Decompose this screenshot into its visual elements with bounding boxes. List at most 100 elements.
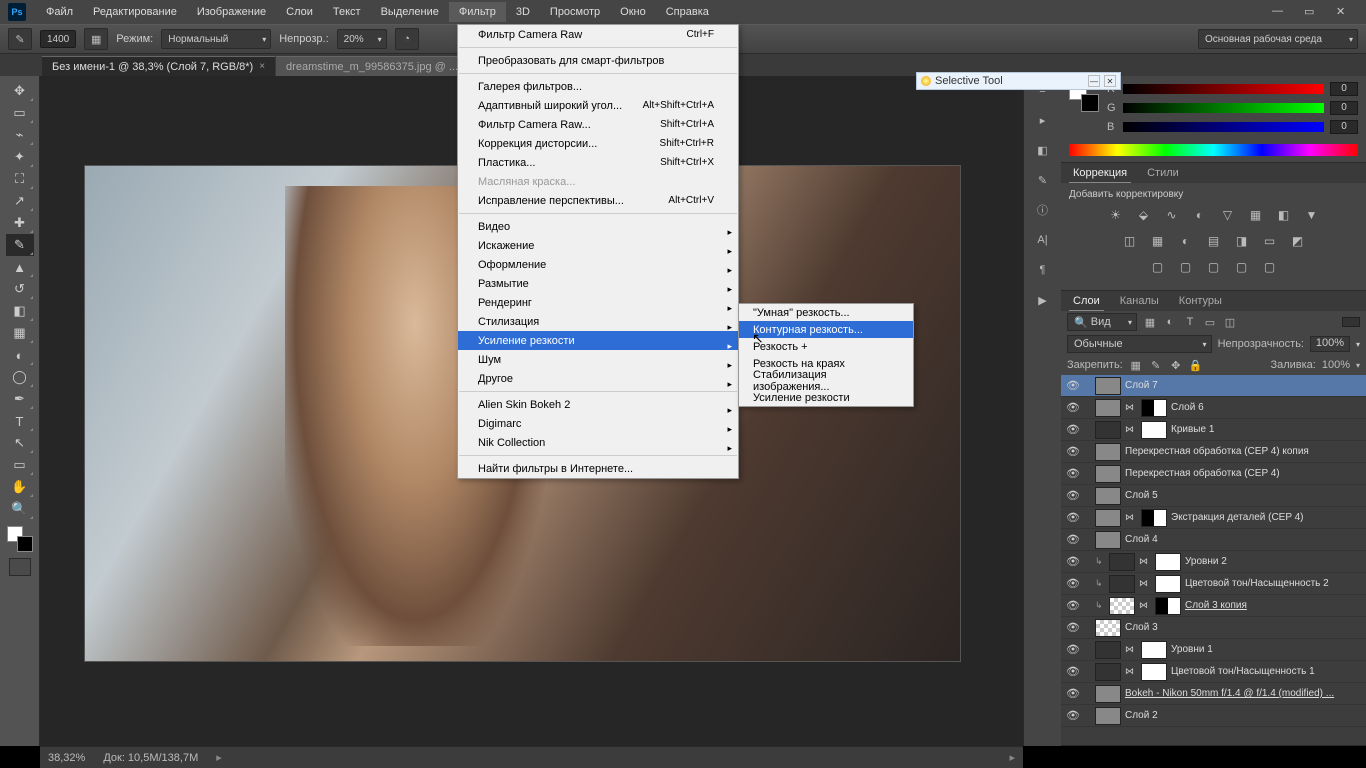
menu-item[interactable]: Пластика...Shift+Ctrl+X <box>458 153 738 172</box>
menu-фильтр[interactable]: Фильтр <box>449 2 506 22</box>
doc-info[interactable]: Док: 10,5M/138,7M <box>103 752 198 764</box>
tab-layers[interactable]: Слои <box>1069 292 1104 311</box>
float-minimize-icon[interactable]: — <box>1088 75 1100 87</box>
menu-изображение[interactable]: Изображение <box>187 2 276 22</box>
minimize-icon[interactable]: — <box>1272 5 1286 19</box>
visibility-icon[interactable]: 👁 <box>1065 379 1081 392</box>
layer-thumb[interactable] <box>1095 487 1121 505</box>
submenu-item[interactable]: Контурная резкость... <box>739 321 913 338</box>
menu-текст[interactable]: Текст <box>323 2 371 22</box>
color-swatches[interactable] <box>7 526 33 552</box>
layer-row[interactable]: 👁⋈Кривые 1 <box>1061 419 1366 441</box>
layer-row[interactable]: 👁↳⋈Слой 3 копия <box>1061 595 1366 617</box>
layer-row[interactable]: 👁Слой 4 <box>1061 529 1366 551</box>
layer-name[interactable]: Слой 2 <box>1125 710 1362 721</box>
layer-name[interactable]: Цветовой тон/Насыщенность 2 <box>1185 578 1362 589</box>
eyedropper-tool[interactable]: ↗ <box>6 190 34 212</box>
layer-row[interactable]: 👁Слой 5 <box>1061 485 1366 507</box>
layer-thumb[interactable] <box>1109 575 1135 593</box>
layer-thumb[interactable] <box>1095 377 1121 395</box>
layer-row[interactable]: 👁Перекрестная обработка (CEP 4) <box>1061 463 1366 485</box>
quick-mask-icon[interactable] <box>9 558 31 576</box>
selective-tool-window[interactable]: Selective Tool — ✕ <box>916 72 1121 90</box>
layer-row[interactable]: 👁⋈Экстракция деталей (CEP 4) <box>1061 507 1366 529</box>
properties-panel-icon[interactable]: ◧ <box>1032 140 1054 160</box>
layer-thumb[interactable] <box>1095 399 1121 417</box>
menu-редактирование[interactable]: Редактирование <box>83 2 187 22</box>
layer-row[interactable]: 👁↳⋈Уровни 2 <box>1061 551 1366 573</box>
menu-item[interactable]: Фильтр Camera Raw...Shift+Ctrl+A <box>458 115 738 134</box>
mask-thumb[interactable] <box>1155 553 1181 571</box>
tab-corrections[interactable]: Коррекция <box>1069 164 1131 183</box>
menu-item[interactable]: Адаптивный широкий угол...Alt+Shift+Ctrl… <box>458 96 738 115</box>
workspace-select[interactable]: Основная рабочая среда <box>1198 29 1358 49</box>
character-panel-icon[interactable]: A| <box>1032 230 1054 250</box>
b-slider[interactable] <box>1123 122 1324 132</box>
layer-row[interactable]: 👁⋈Слой 6 <box>1061 397 1366 419</box>
layer-name[interactable]: Экстракция деталей (CEP 4) <box>1171 512 1362 523</box>
layer-thumb[interactable] <box>1095 421 1121 439</box>
filter-img-icon[interactable]: ▦ <box>1143 315 1157 329</box>
shape-tool[interactable]: ▭ <box>6 454 34 476</box>
healing-tool[interactable]: ✚ <box>6 212 34 234</box>
adj-preset1-icon[interactable]: ▢ <box>1148 258 1168 276</box>
layer-name[interactable]: Слой 6 <box>1171 402 1362 413</box>
mask-thumb[interactable] <box>1141 399 1167 417</box>
layer-thumb[interactable] <box>1095 465 1121 483</box>
b-value[interactable]: 0 <box>1330 120 1358 134</box>
layer-thumb[interactable] <box>1109 597 1135 615</box>
layer-thumb[interactable] <box>1095 707 1121 725</box>
hue-ramp[interactable] <box>1069 144 1358 156</box>
adj-preset3-icon[interactable]: ▢ <box>1204 258 1224 276</box>
menu-item[interactable]: Рендеринг <box>458 293 738 312</box>
visibility-icon[interactable]: 👁 <box>1065 401 1081 414</box>
menu-item[interactable]: Alien Skin Bokeh 2 <box>458 395 738 414</box>
paragraph-panel-icon[interactable]: ¶ <box>1032 260 1054 280</box>
menu-item[interactable]: Искажение <box>458 236 738 255</box>
tool-preset-icon[interactable]: ✎ <box>8 28 32 50</box>
layer-name[interactable]: Bokeh - Nikon 50mm f/1.4 @ f/1.4 (modifi… <box>1125 688 1362 699</box>
adj-photo-icon[interactable]: ▼ <box>1302 206 1322 224</box>
adj-brightness-icon[interactable]: ☀ <box>1106 206 1126 224</box>
adj-preset5-icon[interactable]: ▢ <box>1260 258 1280 276</box>
r-value[interactable]: 0 <box>1330 82 1358 96</box>
mask-thumb[interactable] <box>1141 663 1167 681</box>
dodge-tool[interactable]: ◯ <box>6 366 34 388</box>
menu-item[interactable]: Digimarc <box>458 414 738 433</box>
adj-preset2-icon[interactable]: ▢ <box>1176 258 1196 276</box>
menu-item[interactable]: Усиление резкости <box>458 331 738 350</box>
adj-lookup-icon[interactable]: ▦ <box>1148 232 1168 250</box>
eraser-tool[interactable]: ◧ <box>6 300 34 322</box>
visibility-icon[interactable]: 👁 <box>1065 599 1081 612</box>
visibility-icon[interactable]: 👁 <box>1065 665 1081 678</box>
filter-toggle[interactable] <box>1342 317 1360 327</box>
stamp-tool[interactable]: ▲ <box>6 256 34 278</box>
type-tool[interactable]: T <box>6 410 34 432</box>
menu-item[interactable]: Коррекция дисторсии...Shift+Ctrl+R <box>458 134 738 153</box>
maximize-icon[interactable]: ▭ <box>1304 5 1318 19</box>
layer-name[interactable]: Цветовой тон/Насыщенность 1 <box>1171 666 1362 677</box>
lasso-tool[interactable]: ⌁ <box>6 124 34 146</box>
layer-row[interactable]: 👁Слой 3 <box>1061 617 1366 639</box>
menu-item[interactable]: Шум <box>458 350 738 369</box>
menu-просмотр[interactable]: Просмотр <box>540 2 610 22</box>
blur-tool[interactable]: ◐ <box>6 344 34 366</box>
brush-settings-icon[interactable]: ✎ <box>1032 170 1054 190</box>
mask-thumb[interactable] <box>1141 421 1167 439</box>
adj-curves-icon[interactable]: ∿ <box>1162 206 1182 224</box>
lock-pixels-icon[interactable]: ▦ <box>1129 358 1143 372</box>
mask-thumb[interactable] <box>1155 575 1181 593</box>
marquee-tool[interactable]: ▭ <box>6 102 34 124</box>
play-panel-icon[interactable]: ▶ <box>1032 290 1054 310</box>
pressure-opacity-icon[interactable]: ◔ <box>395 28 419 50</box>
filter-smart-icon[interactable]: ◫ <box>1223 315 1237 329</box>
adj-bw-icon[interactable]: ◧ <box>1274 206 1294 224</box>
mask-thumb[interactable] <box>1155 597 1181 615</box>
layer-row[interactable]: 👁Слой 2 <box>1061 705 1366 727</box>
layer-name[interactable]: Слой 3 <box>1125 622 1362 633</box>
visibility-icon[interactable]: 👁 <box>1065 423 1081 436</box>
visibility-icon[interactable]: 👁 <box>1065 511 1081 524</box>
adj-selcolor-icon[interactable]: ◩ <box>1288 232 1308 250</box>
menu-item[interactable]: Размытие <box>458 274 738 293</box>
tab-channels[interactable]: Каналы <box>1116 292 1163 310</box>
